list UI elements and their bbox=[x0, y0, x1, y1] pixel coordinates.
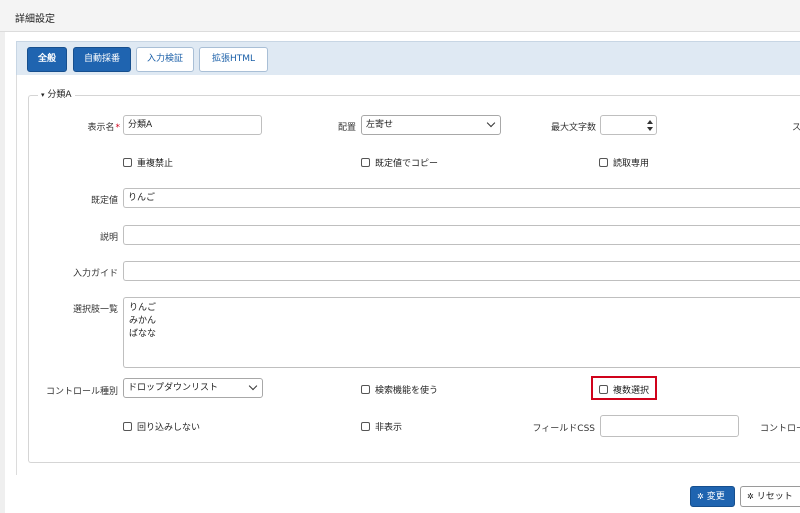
checkbox-box[interactable] bbox=[361, 422, 370, 431]
display-name-label: 表示名* bbox=[60, 120, 120, 133]
choice-line: みかん bbox=[129, 316, 157, 326]
control-type-label: コントロール種別 bbox=[45, 387, 118, 397]
choices-textarea[interactable]: りんご みかん ばなな bbox=[123, 297, 800, 368]
input-guide-input[interactable] bbox=[123, 261, 800, 281]
gear-icon: ✲ bbox=[697, 492, 704, 501]
hidden-label: 非表示 bbox=[375, 423, 403, 433]
tab-bar: 全般 自動採番 入力検証 拡張HTML bbox=[16, 41, 800, 75]
description-input[interactable] bbox=[123, 225, 800, 245]
chevron-down-icon bbox=[486, 118, 496, 128]
max-length-input[interactable] bbox=[600, 115, 657, 135]
max-length-label: 最大文字数 bbox=[550, 123, 596, 133]
alignment-select-value: 左寄せ bbox=[366, 120, 394, 130]
save-button-label: 変更 bbox=[706, 492, 725, 502]
use-search-checkbox[interactable]: 検索機能を使う bbox=[361, 383, 438, 396]
settings-dialog: 詳細設定 全般 自動採番 入力検証 拡張HTML ▾ 分類A 表示名* 分類A … bbox=[0, 0, 800, 513]
multi-select-label: 複数選択 bbox=[613, 386, 650, 396]
section-legend-label: 分類A bbox=[47, 90, 72, 100]
read-only-label: 読取専用 bbox=[613, 159, 650, 169]
choice-line: りんご bbox=[129, 303, 157, 313]
required-mark: * bbox=[115, 123, 121, 133]
no-wrap-label: 回り込みしない bbox=[137, 423, 201, 433]
number-spinner[interactable] bbox=[644, 116, 656, 134]
dialog-title: 詳細設定 bbox=[15, 14, 55, 25]
section-legend[interactable]: ▾ 分類A bbox=[38, 89, 75, 101]
cut-off-label: コントロー bbox=[760, 424, 800, 434]
gear-icon: ✲ bbox=[747, 492, 754, 501]
no-duplicates-label: 重複禁止 bbox=[137, 159, 174, 169]
display-name-input[interactable]: 分類A bbox=[123, 115, 262, 135]
checkbox-box[interactable] bbox=[361, 158, 370, 167]
hidden-checkbox[interactable]: 非表示 bbox=[361, 420, 402, 433]
checkbox-box[interactable] bbox=[361, 385, 370, 394]
alignment-label: 配置 bbox=[337, 123, 356, 133]
cut-off-label: ス bbox=[792, 123, 800, 133]
dialog-left-edge bbox=[0, 32, 5, 513]
tab-extended-html[interactable]: 拡張HTML bbox=[199, 47, 268, 72]
checkbox-box[interactable] bbox=[123, 158, 132, 167]
description-label: 説明 bbox=[99, 233, 118, 243]
read-only-checkbox[interactable]: 読取専用 bbox=[599, 156, 649, 169]
checkbox-box[interactable] bbox=[599, 158, 608, 167]
tab-input-validation[interactable]: 入力検証 bbox=[136, 47, 194, 72]
checkbox-box[interactable] bbox=[123, 422, 132, 431]
chevron-down-icon: ▾ bbox=[41, 91, 45, 99]
use-search-label: 検索機能を使う bbox=[375, 386, 439, 396]
default-value-input[interactable]: りんご bbox=[123, 188, 800, 208]
alignment-select[interactable]: 左寄せ bbox=[361, 115, 501, 135]
control-type-select-value: ドロップダウンリスト bbox=[128, 383, 219, 393]
field-css-label: フィールドCSS bbox=[532, 424, 595, 434]
no-duplicates-checkbox[interactable]: 重複禁止 bbox=[123, 156, 173, 169]
spin-up-icon bbox=[647, 120, 653, 124]
display-name-label-text: 表示名 bbox=[87, 123, 115, 133]
dialog-titlebar: 詳細設定 bbox=[0, 0, 800, 32]
spin-down-icon bbox=[647, 127, 653, 131]
input-guide-label: 入力ガイド bbox=[72, 269, 118, 279]
reset-button[interactable]: ✲ リセット bbox=[740, 486, 800, 507]
chevron-down-icon bbox=[248, 381, 258, 391]
copy-default-checkbox[interactable]: 既定値でコピー bbox=[361, 156, 438, 169]
choice-line: ばなな bbox=[129, 329, 157, 339]
copy-default-label: 既定値でコピー bbox=[375, 159, 439, 169]
choices-label: 選択肢一覧 bbox=[72, 305, 118, 315]
tab-auto-numbering[interactable]: 自動採番 bbox=[73, 47, 131, 72]
no-wrap-checkbox[interactable]: 回り込みしない bbox=[123, 420, 200, 433]
checkbox-box[interactable] bbox=[599, 385, 608, 394]
field-css-input[interactable] bbox=[600, 415, 739, 437]
control-type-select[interactable]: ドロップダウンリスト bbox=[123, 378, 263, 398]
save-button[interactable]: ✲ 変更 bbox=[690, 486, 735, 507]
tab-general[interactable]: 全般 bbox=[27, 47, 67, 72]
multi-select-checkbox[interactable]: 複数選択 bbox=[599, 383, 649, 396]
default-value-label: 既定値 bbox=[90, 196, 118, 206]
reset-button-label: リセット bbox=[756, 492, 793, 502]
